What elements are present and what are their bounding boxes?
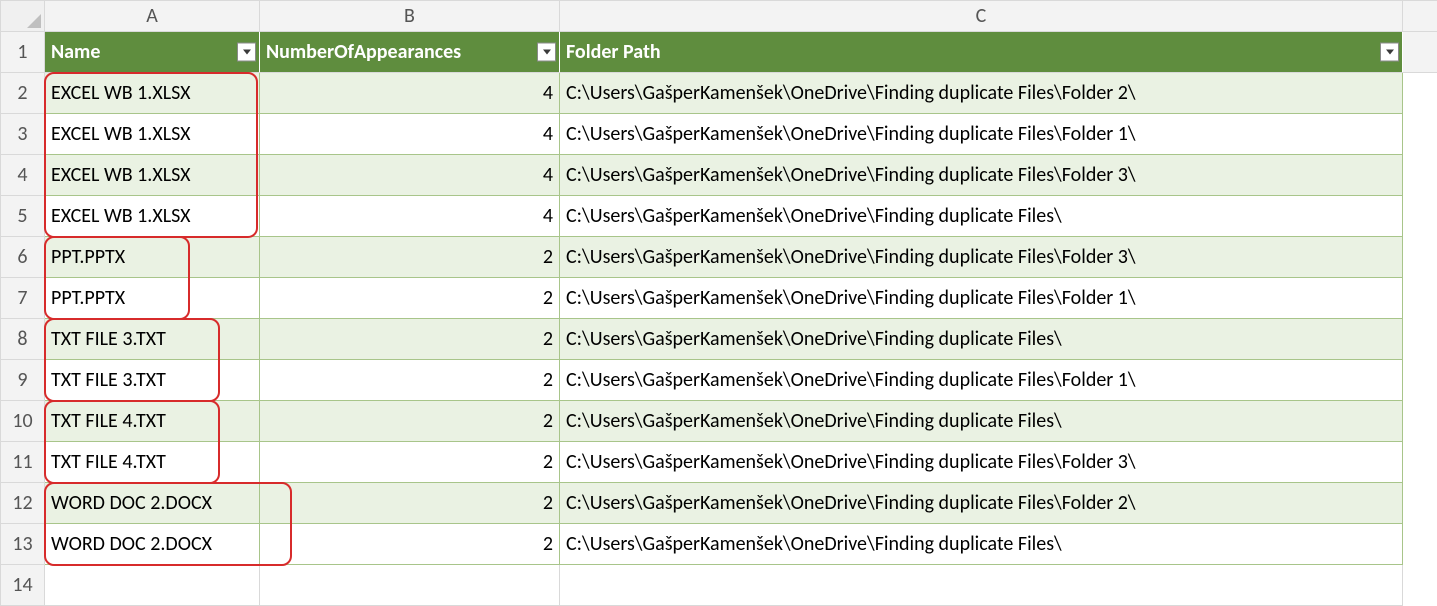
cell-count[interactable]: 4 bbox=[260, 155, 560, 196]
cell-name[interactable]: WORD DOC 2.DOCX bbox=[45, 483, 260, 524]
empty-cell[interactable] bbox=[560, 565, 1403, 606]
table-row: 3EXCEL WB 1.XLSX4C:\Users\GašperKamenšek… bbox=[1, 114, 1437, 155]
cell-name[interactable]: TXT FILE 4.TXT bbox=[45, 442, 260, 483]
column-header-C[interactable]: C bbox=[560, 1, 1403, 32]
table-header-folder-label: Folder Path bbox=[566, 40, 661, 64]
row-header-5[interactable]: 5 bbox=[1, 196, 45, 237]
cell-path[interactable]: C:\Users\GašperKamenšek\OneDrive\Finding… bbox=[560, 155, 1403, 196]
table-row: 10TXT FILE 4.TXT2C:\Users\GašperKamenšek… bbox=[1, 401, 1437, 442]
column-header-row: A B C bbox=[1, 1, 1437, 32]
vertical-scrollbar[interactable] bbox=[1403, 32, 1437, 73]
row-header-14[interactable]: 14 bbox=[1, 565, 45, 606]
row-header-3[interactable]: 3 bbox=[1, 114, 45, 155]
row-header-13[interactable]: 13 bbox=[1, 524, 45, 565]
row-header-9[interactable]: 9 bbox=[1, 360, 45, 401]
table-header-appearances[interactable]: NumberOfAppearances bbox=[260, 32, 560, 73]
table-row: 4EXCEL WB 1.XLSX4C:\Users\GašperKamenšek… bbox=[1, 155, 1437, 196]
cell-path[interactable]: C:\Users\GašperKamenšek\OneDrive\Finding… bbox=[560, 237, 1403, 278]
cell-count[interactable]: 2 bbox=[260, 401, 560, 442]
cell-name[interactable]: EXCEL WB 1.XLSX bbox=[45, 196, 260, 237]
cell-count[interactable]: 2 bbox=[260, 483, 560, 524]
table-row: 6PPT.PPTX2C:\Users\GašperKamenšek\OneDri… bbox=[1, 237, 1437, 278]
table-header-row: 1 Name NumberOfAppearances Folder Path bbox=[1, 32, 1437, 73]
cell-path[interactable]: C:\Users\GašperKamenšek\OneDrive\Finding… bbox=[560, 319, 1403, 360]
cell-path[interactable]: C:\Users\GašperKamenšek\OneDrive\Finding… bbox=[560, 196, 1403, 237]
cell-name[interactable]: EXCEL WB 1.XLSX bbox=[45, 73, 260, 114]
cell-name[interactable]: TXT FILE 4.TXT bbox=[45, 401, 260, 442]
table-header-appearances-label: NumberOfAppearances bbox=[266, 40, 461, 64]
table-row: 11TXT FILE 4.TXT2C:\Users\GašperKamenšek… bbox=[1, 442, 1437, 483]
column-header-A[interactable]: A bbox=[45, 1, 260, 32]
cell-count[interactable]: 2 bbox=[260, 360, 560, 401]
cell-path[interactable]: C:\Users\GašperKamenšek\OneDrive\Finding… bbox=[560, 483, 1403, 524]
empty-cell[interactable] bbox=[45, 565, 260, 606]
table-header-name-label: Name bbox=[51, 40, 100, 64]
row-header-6[interactable]: 6 bbox=[1, 237, 45, 278]
table-row: 13WORD DOC 2.DOCX2C:\Users\GašperKamenše… bbox=[1, 524, 1437, 565]
cell-count[interactable]: 2 bbox=[260, 319, 560, 360]
cell-name[interactable]: PPT.PPTX bbox=[45, 278, 260, 319]
cell-path[interactable]: C:\Users\GašperKamenšek\OneDrive\Finding… bbox=[560, 114, 1403, 155]
table-header-name[interactable]: Name bbox=[45, 32, 260, 73]
cell-path[interactable]: C:\Users\GašperKamenšek\OneDrive\Finding… bbox=[560, 401, 1403, 442]
filter-button-name[interactable] bbox=[237, 43, 256, 62]
cell-count[interactable]: 4 bbox=[260, 73, 560, 114]
row-header-11[interactable]: 11 bbox=[1, 442, 45, 483]
cell-count[interactable]: 4 bbox=[260, 196, 560, 237]
filter-button-appearances[interactable] bbox=[537, 43, 556, 62]
row-header-10[interactable]: 10 bbox=[1, 401, 45, 442]
cell-count[interactable]: 2 bbox=[260, 524, 560, 565]
cell-path[interactable]: C:\Users\GašperKamenšek\OneDrive\Finding… bbox=[560, 524, 1403, 565]
cell-path[interactable]: C:\Users\GašperKamenšek\OneDrive\Finding… bbox=[560, 278, 1403, 319]
empty-row: 14 bbox=[1, 565, 1437, 606]
row-header-12[interactable]: 12 bbox=[1, 483, 45, 524]
cell-name[interactable]: TXT FILE 3.TXT bbox=[45, 319, 260, 360]
row-header-2[interactable]: 2 bbox=[1, 73, 45, 114]
table-row: 2EXCEL WB 1.XLSX4C:\Users\GašperKamenšek… bbox=[1, 73, 1437, 114]
row-header-7[interactable]: 7 bbox=[1, 278, 45, 319]
cell-count[interactable]: 2 bbox=[260, 237, 560, 278]
table-row: 9TXT FILE 3.TXT2C:\Users\GašperKamenšek\… bbox=[1, 360, 1437, 401]
table-header-folder[interactable]: Folder Path bbox=[560, 32, 1403, 73]
chevron-down-icon bbox=[1386, 50, 1394, 55]
cell-path[interactable]: C:\Users\GašperKamenšek\OneDrive\Finding… bbox=[560, 442, 1403, 483]
cell-count[interactable]: 2 bbox=[260, 278, 560, 319]
cell-name[interactable]: EXCEL WB 1.XLSX bbox=[45, 114, 260, 155]
row-header-4[interactable]: 4 bbox=[1, 155, 45, 196]
table-row: 12WORD DOC 2.DOCX2C:\Users\GašperKamenše… bbox=[1, 483, 1437, 524]
chevron-down-icon bbox=[243, 50, 251, 55]
table-row: 8TXT FILE 3.TXT2C:\Users\GašperKamenšek\… bbox=[1, 319, 1437, 360]
cell-path[interactable]: C:\Users\GašperKamenšek\OneDrive\Finding… bbox=[560, 360, 1403, 401]
filter-button-folder[interactable] bbox=[1380, 43, 1399, 62]
cell-name[interactable]: EXCEL WB 1.XLSX bbox=[45, 155, 260, 196]
empty-cell[interactable] bbox=[260, 565, 560, 606]
cell-name[interactable]: PPT.PPTX bbox=[45, 237, 260, 278]
row-header-1[interactable]: 1 bbox=[1, 32, 45, 73]
scrollbar-gutter-top bbox=[1403, 1, 1437, 32]
select-all-button[interactable] bbox=[1, 1, 45, 32]
table-row: 5EXCEL WB 1.XLSX4C:\Users\GašperKamenšek… bbox=[1, 196, 1437, 237]
cell-path[interactable]: C:\Users\GašperKamenšek\OneDrive\Finding… bbox=[560, 73, 1403, 114]
column-header-B[interactable]: B bbox=[260, 1, 560, 32]
cell-count[interactable]: 2 bbox=[260, 442, 560, 483]
select-all-triangle-icon bbox=[27, 14, 41, 28]
cell-name[interactable]: WORD DOC 2.DOCX bbox=[45, 524, 260, 565]
chevron-down-icon bbox=[543, 50, 551, 55]
row-header-8[interactable]: 8 bbox=[1, 319, 45, 360]
cell-count[interactable]: 4 bbox=[260, 114, 560, 155]
cell-name[interactable]: TXT FILE 3.TXT bbox=[45, 360, 260, 401]
table-row: 7PPT.PPTX2C:\Users\GašperKamenšek\OneDri… bbox=[1, 278, 1437, 319]
